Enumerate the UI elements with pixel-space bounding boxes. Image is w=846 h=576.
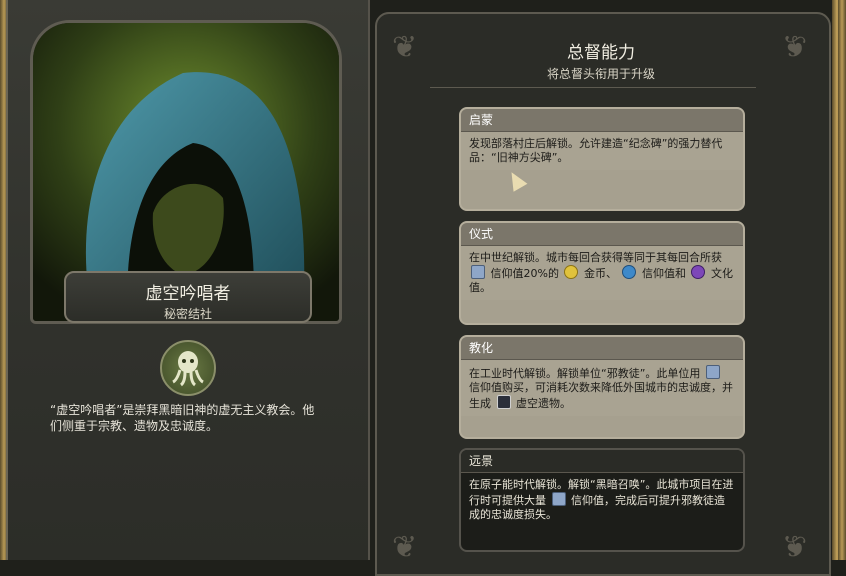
ability-description: 在原子能时代解锁。解锁“黑暗召唤”。此城市项目在进行时可提供大量 信仰值，完成后… [461, 473, 743, 527]
ability-text: 在工业时代解锁。解锁单位“邪教徒”。此单位用 [469, 367, 701, 380]
leader-subtitle: 秘密结社 [163, 307, 212, 321]
ability-title: 启蒙 [461, 109, 743, 132]
ability-description: 在工业时代解锁。解锁单位“邪教徒”。此单位用 信仰值购买，可消耗次数来降低外国城… [461, 360, 743, 416]
right-outer-trim [838, 0, 846, 560]
faith-icon [551, 492, 566, 506]
science-icon [622, 265, 637, 279]
faith-icon [471, 265, 485, 279]
ability-text: 虚空遗物。 [516, 397, 571, 410]
ability-text: 信仰值20%的 [490, 267, 559, 280]
ability-text: 在中世纪解锁。城市每回合获得等同于其每回合所获 [469, 251, 722, 264]
ability-card-enlightenment[interactable]: 启蒙 发现部落村庄后解锁。允许建造“纪念碑”的强力替代品：“旧神方尖碑”。 [459, 107, 745, 211]
ability-description: 发现部落村庄后解锁。允许建造“纪念碑”的强力替代品：“旧神方尖碑”。 [461, 132, 743, 170]
panel-title: 总督能力 [567, 43, 635, 63]
ability-card-indoctrination[interactable]: 教化 在工业时代解锁。解锁单位“邪教徒”。此单位用 信仰值购买，可消耗次数来降低… [459, 335, 745, 439]
title-divider [430, 87, 756, 88]
leader-description: “虚空吟唱者”是崇拜黑暗旧神的虚无主义教会。他们侧重于宗教、遗物及忠诚度。 [50, 403, 315, 433]
ability-card-vision[interactable]: 远景 在原子能时代解锁。解锁“黑暗召唤”。此城市项目在进行时可提供大量 信仰值，… [459, 448, 745, 552]
leader-name-plate: 虚空吟唱者 秘密结社 [64, 271, 312, 323]
leader-name: 虚空吟唱者 [145, 284, 231, 304]
ability-title: 仪式 [461, 223, 743, 246]
cthulhu-icon [160, 340, 216, 396]
ability-text: 信仰值和 [641, 267, 686, 280]
ability-text: 发现部落村庄后解锁。允许建造“纪念碑”的强力替代品：“旧神方尖碑”。 [469, 137, 723, 164]
culture-icon [691, 265, 706, 279]
ability-title: 远景 [461, 450, 743, 473]
ability-title: 教化 [461, 337, 743, 360]
panel-subtitle: 将总督头衔用于升级 [546, 67, 655, 81]
relic-icon [496, 395, 511, 409]
ability-description: 在中世纪解锁。城市每回合获得等同于其每回合所获 信仰值20%的 金币、 信仰值和… [461, 246, 743, 300]
faith-icon [705, 365, 720, 379]
ability-card-ritual[interactable]: 仪式 在中世纪解锁。城市每回合获得等同于其每回合所获 信仰值20%的 金币、 信… [459, 221, 745, 325]
ability-text: 金币、 [583, 267, 617, 280]
gold-icon [564, 265, 579, 279]
